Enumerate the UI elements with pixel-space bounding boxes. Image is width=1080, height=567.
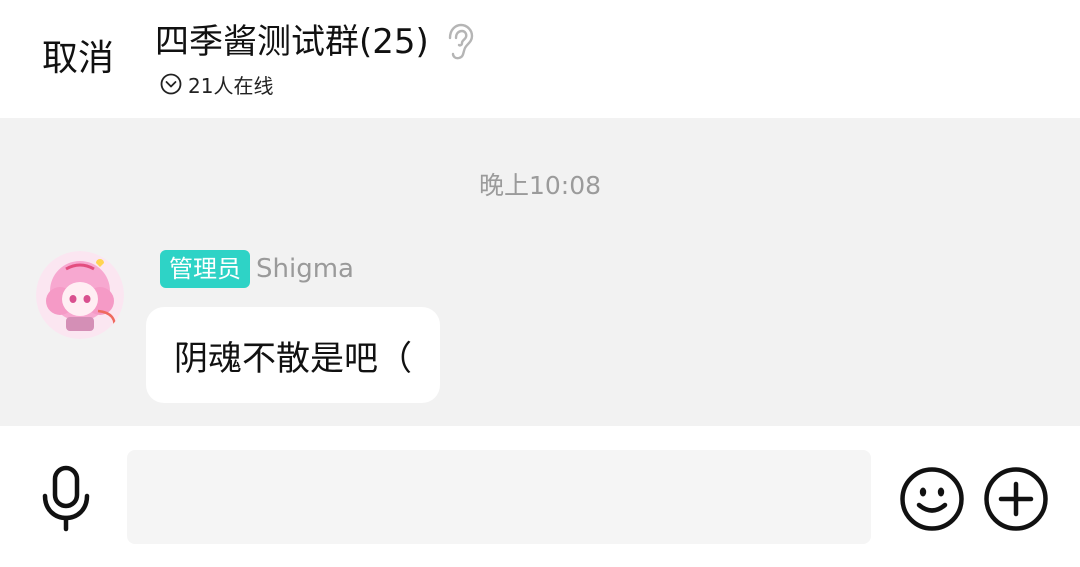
message-input[interactable] [127,450,871,544]
message-list: 晚上10:08 管理员 Shigma 阴魂不散是吧（ [0,118,1080,426]
header: 取消 四季酱测试群(25) 21人在线 [0,0,1080,118]
sender-row: 管理员 Shigma [160,249,354,289]
chat-screen: 取消 四季酱测试群(25) 21人在线 晚上10:08 管理员 Shigma 阴… [0,0,1080,567]
message-timestamp: 晚上10:08 [478,171,602,200]
input-bar [0,426,1080,567]
online-count: 21人在线 [188,73,274,98]
cancel-button[interactable]: 取消 [42,36,114,82]
sender-name[interactable]: Shigma [256,254,354,284]
smiley-icon[interactable] [899,466,965,532]
mic-icon[interactable] [36,464,96,532]
online-status[interactable]: 21人在线 [160,70,273,98]
message-bubble[interactable]: 阴魂不散是吧（ [146,307,440,403]
title-row: 四季酱测试群(25) [155,18,475,66]
avatar[interactable] [36,251,124,339]
admin-badge: 管理员 [160,250,250,288]
ear-icon[interactable] [443,22,475,62]
group-title: 四季酱测试群(25) [155,22,429,62]
chevron-down-circle-icon [160,73,182,95]
plus-circle-icon[interactable] [983,466,1049,532]
